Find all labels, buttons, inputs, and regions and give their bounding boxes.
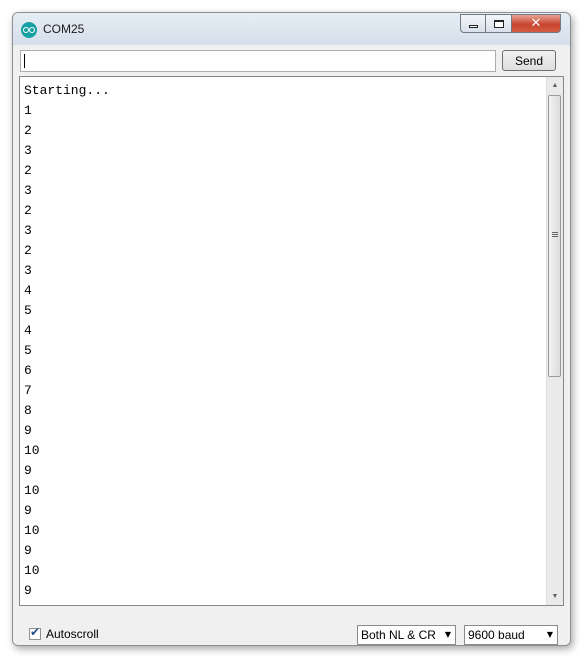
status-bar: ✔ Autoscroll Both NL & CR ▼ 9600 baud ▼	[13, 611, 570, 645]
output-line: 2	[24, 243, 32, 258]
line-ending-value: Both NL & CR	[361, 628, 436, 642]
window-title: COM25	[43, 22, 85, 36]
output-line: 9	[24, 423, 32, 438]
close-button[interactable]: ✕	[512, 14, 561, 33]
line-ending-select[interactable]: Both NL & CR ▼	[357, 625, 456, 645]
output-line: 3	[24, 223, 32, 238]
output-line: Starting...	[24, 83, 110, 98]
scroll-down-arrow-icon[interactable]: ▼	[547, 588, 563, 605]
scroll-up-arrow-icon[interactable]: ▲	[547, 77, 563, 94]
send-input[interactable]	[20, 50, 496, 72]
output-line: 9	[24, 463, 32, 478]
vertical-scrollbar[interactable]: ▲ ▼	[546, 77, 563, 605]
output-line: 10	[24, 443, 40, 458]
output-line: 9	[24, 543, 32, 558]
output-lines: Starting... 1 2 3 2 3 2 3 2 3 4 5 4 5 6 7 8 9 10 9 10 9 10 9 10 9…	[24, 81, 544, 605]
output-line: 5	[24, 343, 32, 358]
output-line: 6	[24, 363, 32, 378]
autoscroll-label: Autoscroll	[46, 627, 99, 641]
scroll-thumb[interactable]	[548, 95, 561, 377]
minimize-button[interactable]	[460, 14, 486, 33]
output-line: 10	[24, 563, 40, 578]
output-line: 9	[24, 503, 32, 518]
output-line: 4	[24, 283, 32, 298]
title-bar[interactable]: COM25 ✕	[13, 13, 570, 45]
close-icon: ✕	[530, 16, 542, 31]
output-line: 7	[24, 383, 32, 398]
serial-output[interactable]: Starting... 1 2 3 2 3 2 3 2 3 4 5 4 5 6 7 8 9 10 9 10 9 10 9 10 9…	[19, 76, 564, 606]
text-caret	[24, 54, 25, 68]
chevron-down-icon: ▼	[444, 630, 451, 639]
chevron-down-icon: ▼	[546, 630, 553, 639]
maximize-button[interactable]	[486, 14, 512, 33]
autoscroll-checkbox[interactable]: ✔	[29, 625, 41, 640]
output-line: 2	[24, 123, 32, 138]
output-line: 3	[24, 263, 32, 278]
output-line: 8	[24, 403, 32, 418]
output-line: 9	[24, 583, 32, 598]
serial-monitor-window: COM25 ✕ Send Starting... 1 2 3 2 3 2 3 2 3 4 5 4 5 6 7 8…	[12, 12, 571, 646]
baud-rate-select[interactable]: 9600 baud ▼	[464, 625, 558, 645]
output-line: 4	[24, 323, 32, 338]
output-line: 1	[24, 103, 32, 118]
send-button[interactable]: Send	[502, 50, 556, 71]
output-line: 10	[24, 601, 544, 605]
minimize-icon	[468, 25, 478, 28]
output-line: 10	[24, 523, 40, 538]
grip-icon	[552, 232, 558, 233]
output-line: 5	[24, 303, 32, 318]
output-line: 2	[24, 203, 32, 218]
checkmark-icon: ✔	[30, 625, 41, 639]
baud-rate-value: 9600 baud	[468, 628, 525, 642]
window-controls: ✕	[460, 14, 561, 34]
client-area: Send Starting... 1 2 3 2 3 2 3 2 3 4 5 4 5 6 7 8 9 10 9 10 9 1…	[13, 45, 570, 645]
output-line: 10	[24, 483, 40, 498]
arduino-icon	[21, 22, 37, 38]
output-line: 3	[24, 183, 32, 198]
output-line: 2	[24, 163, 32, 178]
output-line: 3	[24, 143, 32, 158]
maximize-icon	[493, 19, 504, 28]
